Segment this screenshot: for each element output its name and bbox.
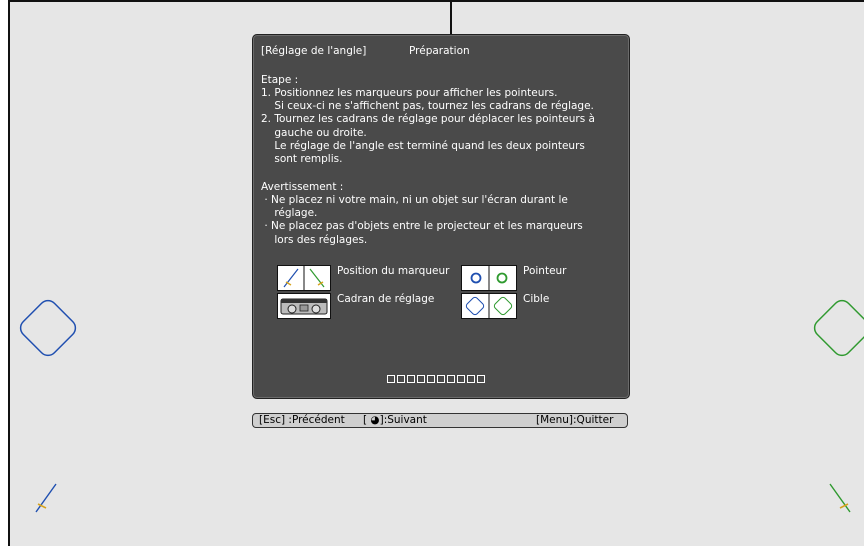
progress-square [397, 375, 405, 383]
quit-key-hint[interactable]: [Menu]:Quitter [536, 414, 613, 427]
steps-text: 1. Positionnez les marqueurs pour affich… [261, 87, 595, 166]
pointer-legend [461, 265, 517, 291]
panel-title: [Réglage de l'angle] [261, 45, 367, 57]
key-guide-bar: [Esc] :Précédent [ ◕]:Suivant [Menu]:Qui… [252, 413, 628, 428]
marker-position-icon [283, 266, 325, 290]
marker-position-label: Position du marqueur [337, 265, 450, 277]
marker-position-legend [277, 265, 331, 291]
left-marker-icon [35, 483, 57, 513]
target-legend [461, 293, 517, 319]
right-target-icon [813, 299, 864, 357]
adjustment-dial-legend [277, 293, 331, 319]
progress-square [387, 375, 395, 383]
center-line [450, 2, 452, 36]
pointer-icon [470, 266, 508, 290]
angle-adjustment-panel: [Réglage de l'angle] Préparation Etape :… [252, 34, 630, 399]
progress-indicator [387, 375, 485, 383]
warning-text: · Ne placez ni votre main, ni un objet s… [264, 194, 583, 246]
target-icon [465, 294, 513, 318]
adjustment-dial-label: Cadran de réglage [337, 293, 435, 305]
target-label: Cible [523, 293, 550, 305]
right-marker-icon [829, 483, 851, 513]
progress-square [407, 375, 415, 383]
progress-square [417, 375, 425, 383]
back-key-hint[interactable]: [Esc] :Précédent [259, 414, 345, 427]
left-target-icon [19, 299, 77, 357]
warning-heading: Avertissement : [261, 181, 344, 193]
progress-square [437, 375, 445, 383]
next-key-hint[interactable]: [ ◕]:Suivant [363, 414, 427, 427]
steps-heading: Etape : [261, 74, 299, 86]
adjustment-dial-icon [280, 298, 328, 315]
progress-square [427, 375, 435, 383]
progress-square [467, 375, 475, 383]
progress-square [447, 375, 455, 383]
progress-square [477, 375, 485, 383]
panel-subtitle: Préparation [409, 45, 470, 57]
progress-square [457, 375, 465, 383]
pointer-label: Pointeur [523, 265, 567, 277]
